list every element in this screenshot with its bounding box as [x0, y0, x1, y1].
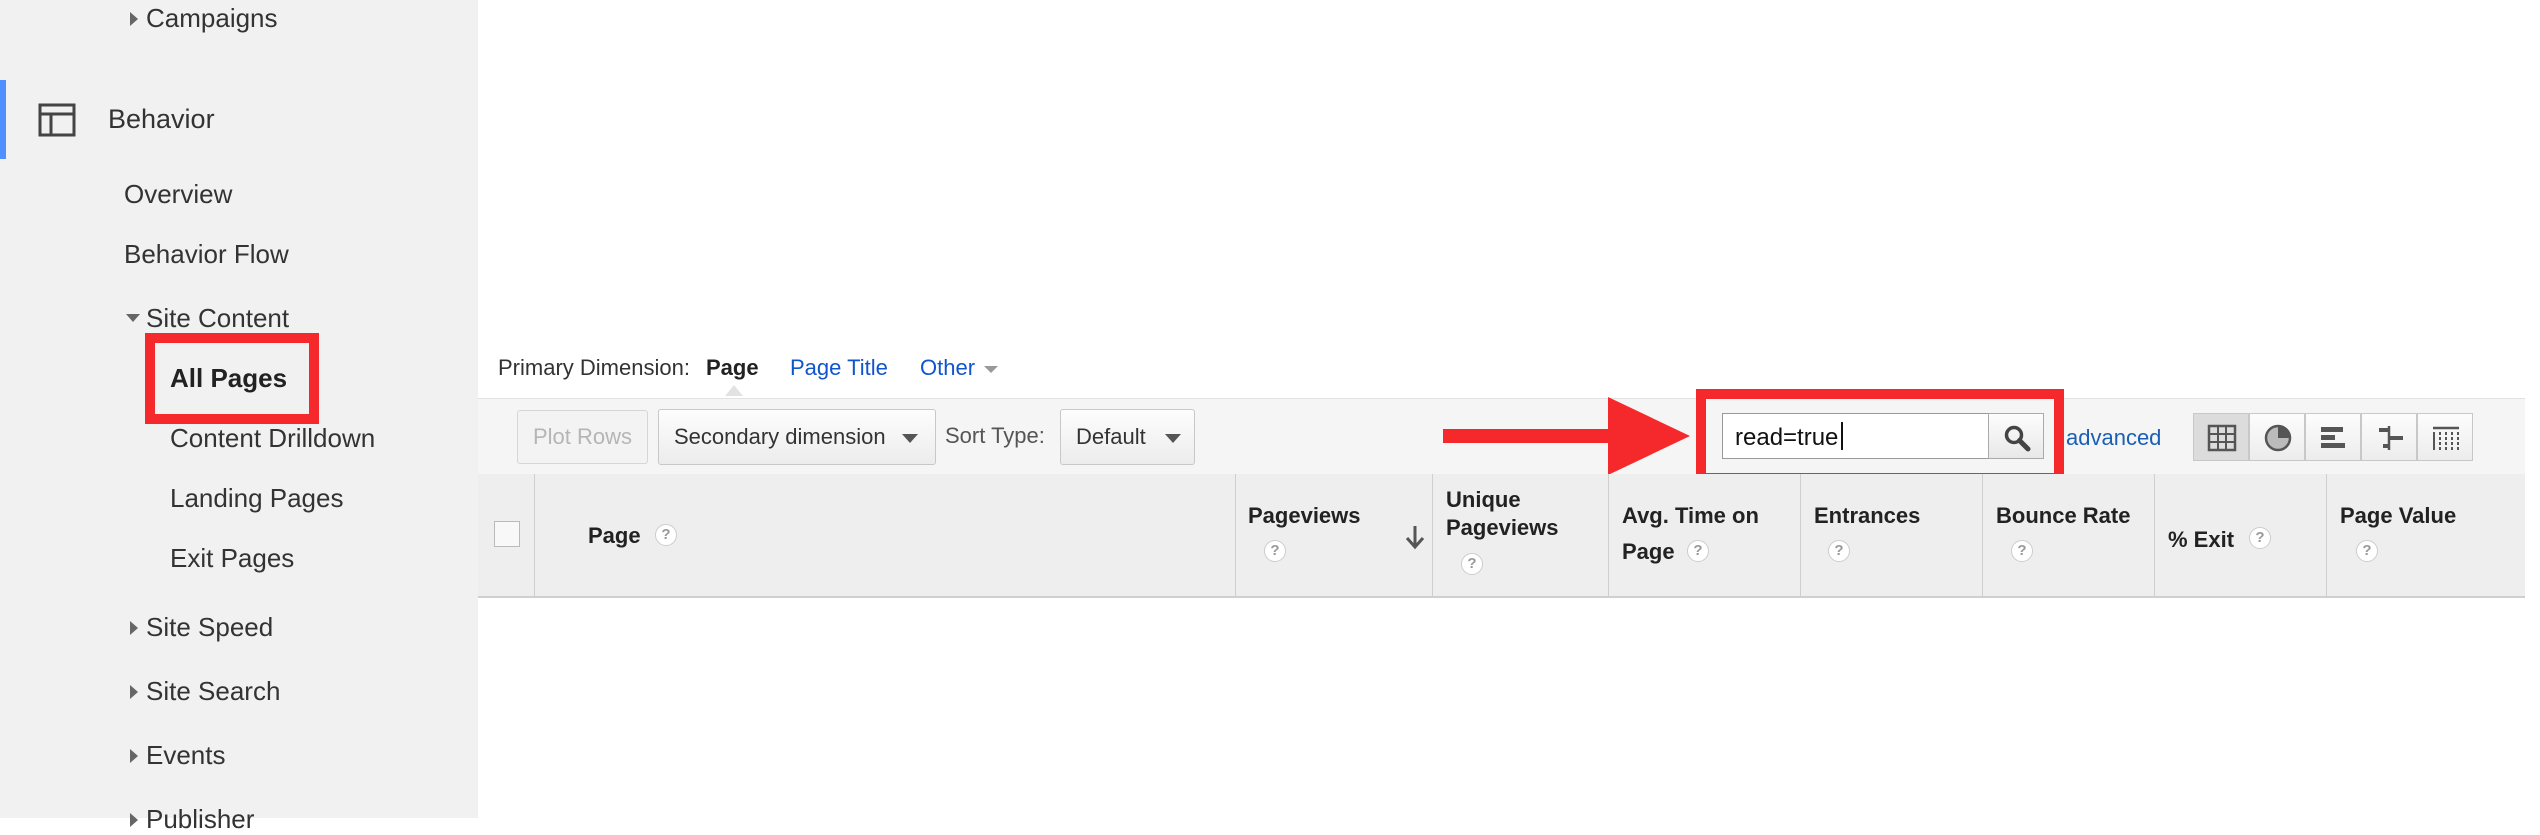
sidebar-item-site-content[interactable]: Site Content [146, 303, 289, 334]
expand-events-icon [130, 749, 138, 763]
column-header-entrances[interactable]: Entrances [1814, 498, 1920, 533]
table-filter-input[interactable]: read=true [1722, 413, 1990, 459]
sidebar-item-campaigns[interactable]: Campaigns [146, 3, 278, 34]
column-divider [1608, 474, 1609, 596]
sidebar-item-site-speed[interactable]: Site Speed [146, 612, 273, 643]
advanced-filter-link[interactable]: advanced [2066, 425, 2161, 451]
column-header-pageviews[interactable]: Pageviews [1248, 498, 1361, 533]
column-header-unique-pageviews[interactable]: Unique Pageviews [1446, 486, 1576, 542]
help-icon[interactable]: ? [1461, 553, 1483, 575]
sidebar-item-publisher[interactable]: Publisher [146, 804, 254, 835]
help-icon[interactable]: ? [655, 524, 677, 546]
annotation-arrow-icon [1443, 397, 1690, 475]
other-dropdown-icon [984, 366, 998, 373]
expand-site-speed-icon [130, 621, 138, 635]
column-header-page-value[interactable]: Page Value [2340, 498, 2456, 533]
chevron-down-icon [1165, 434, 1181, 443]
column-header-bounce-rate[interactable]: Bounce Rate [1996, 498, 2130, 533]
expand-site-search-icon [130, 685, 138, 699]
column-divider [1800, 474, 1801, 596]
table-view-icon [2207, 424, 2237, 452]
sidebar-item-exit-pages[interactable]: Exit Pages [170, 543, 294, 574]
help-icon[interactable]: ? [1687, 540, 1709, 562]
collapse-site-content-icon [126, 314, 140, 322]
help-icon[interactable]: ? [1828, 540, 1850, 562]
sort-type-label: Sort Type: [945, 423, 1045, 448]
column-divider [2326, 474, 2327, 596]
dimension-page-title-link[interactable]: Page Title [790, 355, 888, 381]
pie-view-icon [2264, 424, 2292, 452]
sidebar-item-behavior-flow[interactable]: Behavior Flow [124, 239, 289, 270]
secondary-dimension-label: Secondary dimension [674, 424, 886, 449]
comparison-view-button[interactable] [2361, 413, 2417, 461]
plot-rows-button[interactable]: Plot Rows [517, 410, 648, 464]
active-dimension-pointer [725, 385, 743, 396]
sort-down-arrow-icon[interactable] [1404, 524, 1426, 550]
search-icon [2004, 425, 2031, 452]
select-all-checkbox[interactable] [494, 521, 520, 547]
sidebar-item-behavior[interactable]: Behavior [108, 104, 215, 135]
pie-view-button[interactable] [2249, 413, 2305, 461]
help-icon[interactable]: ? [2249, 527, 2271, 549]
sidebar-item-site-search[interactable]: Site Search [146, 676, 280, 707]
sidebar-item-content-drilldown[interactable]: Content Drilldown [170, 423, 375, 454]
pivot-view-button[interactable] [2417, 413, 2473, 461]
sidebar: Campaigns Behavior Overview Behavior Flo… [0, 0, 478, 834]
column-header-page[interactable]: Page [588, 518, 641, 553]
active-section-indicator [0, 80, 6, 159]
help-icon[interactable]: ? [2356, 540, 2378, 562]
sidebar-item-events[interactable]: Events [146, 740, 226, 771]
dimension-page-active[interactable]: Page [706, 355, 759, 381]
filter-input-value: read=true [1735, 424, 1839, 451]
column-divider [1982, 474, 1983, 596]
sidebar-item-overview[interactable]: Overview [124, 179, 232, 210]
chevron-down-icon [902, 434, 918, 443]
column-divider [1235, 474, 1236, 596]
pivot-view-icon [2433, 426, 2459, 450]
sort-type-value: Default [1076, 424, 1146, 449]
sidebar-item-all-pages[interactable]: All Pages [170, 363, 287, 394]
text-cursor [1841, 422, 1843, 450]
table-view-button[interactable] [2193, 413, 2249, 461]
expand-publisher-icon [130, 813, 138, 827]
dimension-other-link[interactable]: Other [920, 355, 975, 381]
bar-view-icon [2321, 427, 2345, 448]
expand-campaigns-icon [130, 12, 138, 26]
secondary-dimension-dropdown[interactable]: Secondary dimension [658, 409, 936, 465]
column-header-exit[interactable]: % Exit [2168, 522, 2234, 557]
help-icon[interactable]: ? [2011, 540, 2033, 562]
help-icon[interactable]: ? [1264, 540, 1286, 562]
column-divider [2154, 474, 2155, 596]
sort-type-dropdown[interactable]: Default [1060, 409, 1195, 465]
bar-view-button[interactable] [2305, 413, 2361, 461]
search-button[interactable] [1988, 413, 2044, 459]
column-divider [534, 474, 535, 596]
primary-dimension-label: Primary Dimension: [498, 355, 690, 380]
column-divider [1432, 474, 1433, 596]
behavior-layout-icon [38, 103, 76, 137]
comparison-view-icon [2379, 426, 2403, 450]
sidebar-item-landing-pages[interactable]: Landing Pages [170, 483, 343, 514]
